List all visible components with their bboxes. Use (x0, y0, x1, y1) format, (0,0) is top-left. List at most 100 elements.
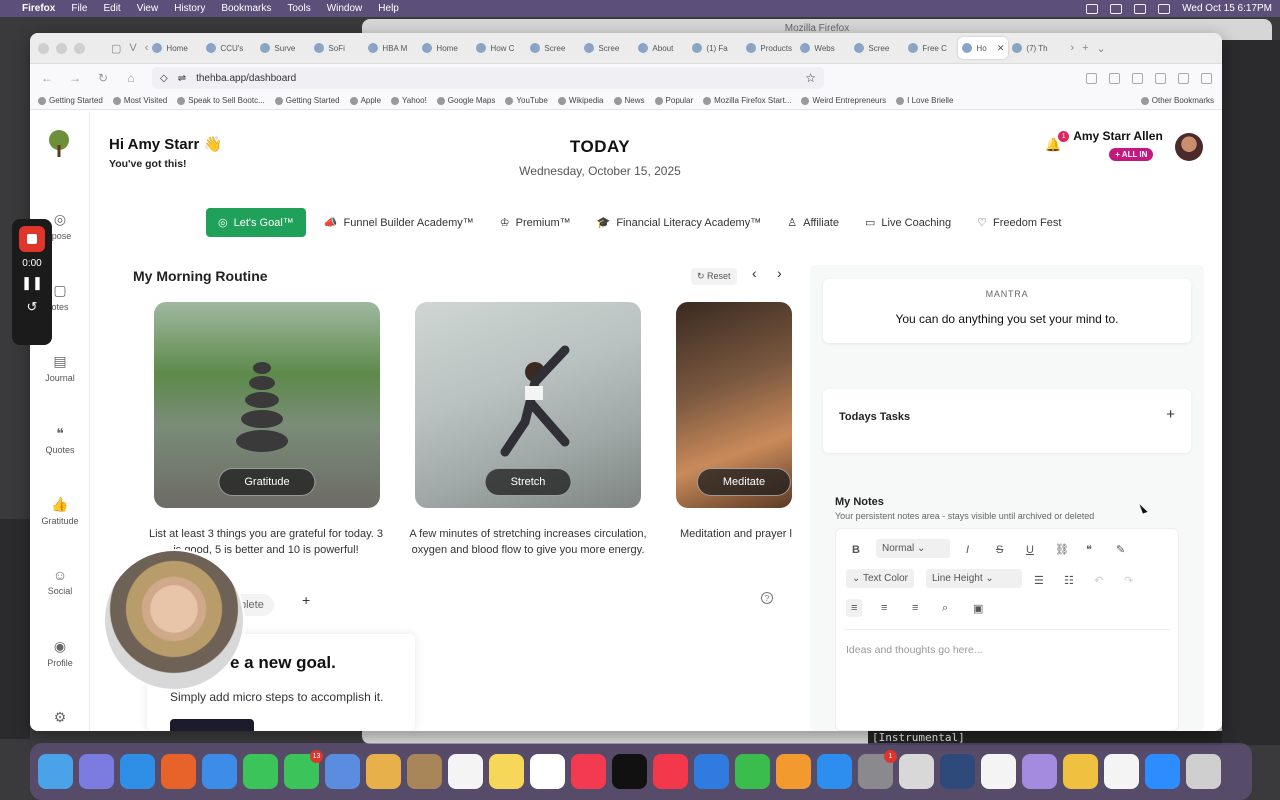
browser-tab[interactable]: Free C (904, 37, 958, 59)
bookmark-item[interactable]: Speak to Sell Bootc... (177, 96, 265, 105)
scroll-tabs-right-icon[interactable]: › (1070, 42, 1074, 54)
routine-card-stretch[interactable]: Stretch (415, 302, 641, 508)
bookmark-item[interactable]: Weird Entrepreneurs (801, 96, 886, 105)
menu-view[interactable]: View (137, 3, 159, 14)
routine-card-label[interactable]: Stretch (484, 468, 572, 496)
tree-logo-icon[interactable] (44, 129, 74, 159)
nav-social[interactable]: ☺ Social (30, 567, 90, 596)
music-icon[interactable] (571, 754, 606, 789)
freeform-icon[interactable] (530, 754, 565, 789)
pages-icon[interactable] (776, 754, 811, 789)
bold-icon[interactable]: B (852, 544, 860, 556)
chrome-icon[interactable] (1104, 754, 1139, 789)
bookmark-item[interactable]: Getting Started (38, 96, 103, 105)
notes-app-icon[interactable] (489, 754, 524, 789)
undo-icon[interactable]: ↶ (1094, 574, 1103, 587)
app-menu-icon[interactable] (1201, 72, 1212, 84)
bookmark-item[interactable]: Most Visited (112, 96, 167, 105)
cursor-app-icon[interactable] (1063, 754, 1098, 789)
bookmark-item[interactable]: YouTube (505, 96, 548, 105)
browser-tab[interactable]: Home (148, 37, 202, 59)
format-select[interactable]: Normal ⌄ (876, 539, 950, 558)
browser-tab[interactable]: HBA M (364, 37, 418, 59)
photos-icon[interactable] (366, 754, 401, 789)
tab-financial-literacy-academy[interactable]: 🎓 Financial Literacy Academy™ (597, 216, 762, 230)
extension-icon[interactable] (1155, 72, 1166, 84)
finder-icon[interactable] (38, 754, 73, 789)
mail-icon[interactable] (202, 754, 237, 789)
bookmark-item[interactable]: News (613, 96, 645, 105)
close-tab-icon[interactable]: ✕ (997, 43, 1005, 54)
extensions-icon[interactable] (1178, 72, 1189, 84)
safari-icon[interactable] (120, 754, 155, 789)
menu-history[interactable]: History (174, 3, 205, 14)
notification-bell-icon[interactable]: 🔔 1 (1045, 131, 1070, 153)
nav-gratitude[interactable]: 👍 Gratitude (30, 496, 90, 526)
carousel-next-icon[interactable]: › (777, 265, 782, 281)
clear-format-icon[interactable]: ✎ (1116, 543, 1125, 556)
browser-tab[interactable]: Products (742, 37, 796, 59)
browser-tab[interactable]: Home (418, 37, 472, 59)
browser-tab[interactable]: Surve (256, 37, 310, 59)
routine-card-label[interactable]: Gratitude (218, 468, 316, 496)
italic-icon[interactable]: I (966, 544, 969, 556)
minimize-window-button[interactable] (56, 42, 67, 54)
bookmark-item[interactable]: Wikipedia (557, 96, 604, 105)
bookmark-item[interactable]: Google Maps (436, 96, 495, 105)
vpn-icon[interactable]: V (129, 42, 136, 54)
blockquote-icon[interactable]: ❝ (1086, 543, 1092, 556)
numbered-list-icon[interactable]: ☷ (1064, 574, 1074, 587)
search-icon[interactable]: ⌕ (942, 602, 948, 615)
bookmark-item[interactable]: Popular (654, 96, 693, 105)
browser-tab[interactable]: CCU's (202, 37, 256, 59)
chatgpt-icon[interactable] (981, 754, 1016, 789)
library-icon[interactable] (1109, 72, 1120, 84)
app-store-icon[interactable] (817, 754, 852, 789)
tab-affiliate[interactable]: ♙ Affiliate (787, 216, 839, 230)
redo-icon[interactable]: ↷ (1124, 574, 1133, 587)
launchpad-icon[interactable] (79, 754, 114, 789)
routine-card-label[interactable]: Meditate (696, 468, 792, 496)
iphone-mirroring-icon[interactable] (899, 754, 934, 789)
routine-card-meditate[interactable]: Meditate (676, 302, 792, 508)
keynote-icon[interactable] (694, 754, 729, 789)
link-icon[interactable]: ⛓ (1055, 543, 1069, 556)
browser-tab[interactable]: (1) Fa (688, 37, 742, 59)
nav-journal[interactable]: ▤ Journal (30, 353, 90, 383)
tab-premium[interactable]: ♔ Premium™ (500, 216, 571, 230)
tab-list-icon[interactable]: ▢ (111, 42, 121, 55)
menu-bookmarks[interactable]: Bookmarks (221, 3, 271, 14)
carousel-prev-icon[interactable]: ‹ (752, 265, 757, 281)
contacts-icon[interactable] (325, 754, 360, 789)
wifi-icon[interactable] (1134, 3, 1147, 14)
app-icon[interactable] (407, 754, 442, 789)
user-name[interactable]: Amy Starr Allen (1073, 129, 1163, 143)
sidebar-icon[interactable] (1132, 72, 1143, 84)
bookmark-item[interactable]: Apple (349, 96, 381, 105)
bookmark-item[interactable]: Yahoo! (391, 96, 427, 105)
tv-icon[interactable] (612, 754, 647, 789)
menu-tools[interactable]: Tools (287, 3, 310, 14)
browser-tab[interactable]: About (634, 37, 688, 59)
search-icon[interactable] (1158, 3, 1171, 14)
utility-icon[interactable] (1022, 754, 1057, 789)
bookmark-star-icon[interactable]: ☆ (805, 71, 816, 85)
browser-tab[interactable]: Scree (850, 37, 904, 59)
tab-overflow-icon[interactable]: ⌄ (1097, 42, 1106, 55)
align-right-icon[interactable]: ≡ (912, 602, 918, 614)
menu-window[interactable]: Window (327, 3, 363, 14)
facetime-icon[interactable] (243, 754, 278, 789)
forward-icon[interactable]: → (68, 71, 82, 85)
bookmark-item[interactable]: I Love Brielle (896, 96, 953, 105)
zoom-window-button[interactable] (74, 42, 85, 54)
home-icon[interactable]: ⌂ (124, 71, 138, 85)
add-goal-icon[interactable]: + (302, 592, 310, 608)
align-left-icon[interactable]: ≡ (846, 599, 863, 617)
screen-recorder-icon[interactable] (940, 754, 975, 789)
messages-icon[interactable]: 13 (284, 750, 323, 789)
menu-app-name[interactable]: Firefox (22, 3, 55, 14)
system-settings-icon[interactable]: 1 (858, 750, 897, 789)
new-tab-icon[interactable]: + (1082, 42, 1088, 54)
status-icon[interactable] (1110, 3, 1123, 14)
stop-recording-button[interactable] (19, 226, 45, 252)
